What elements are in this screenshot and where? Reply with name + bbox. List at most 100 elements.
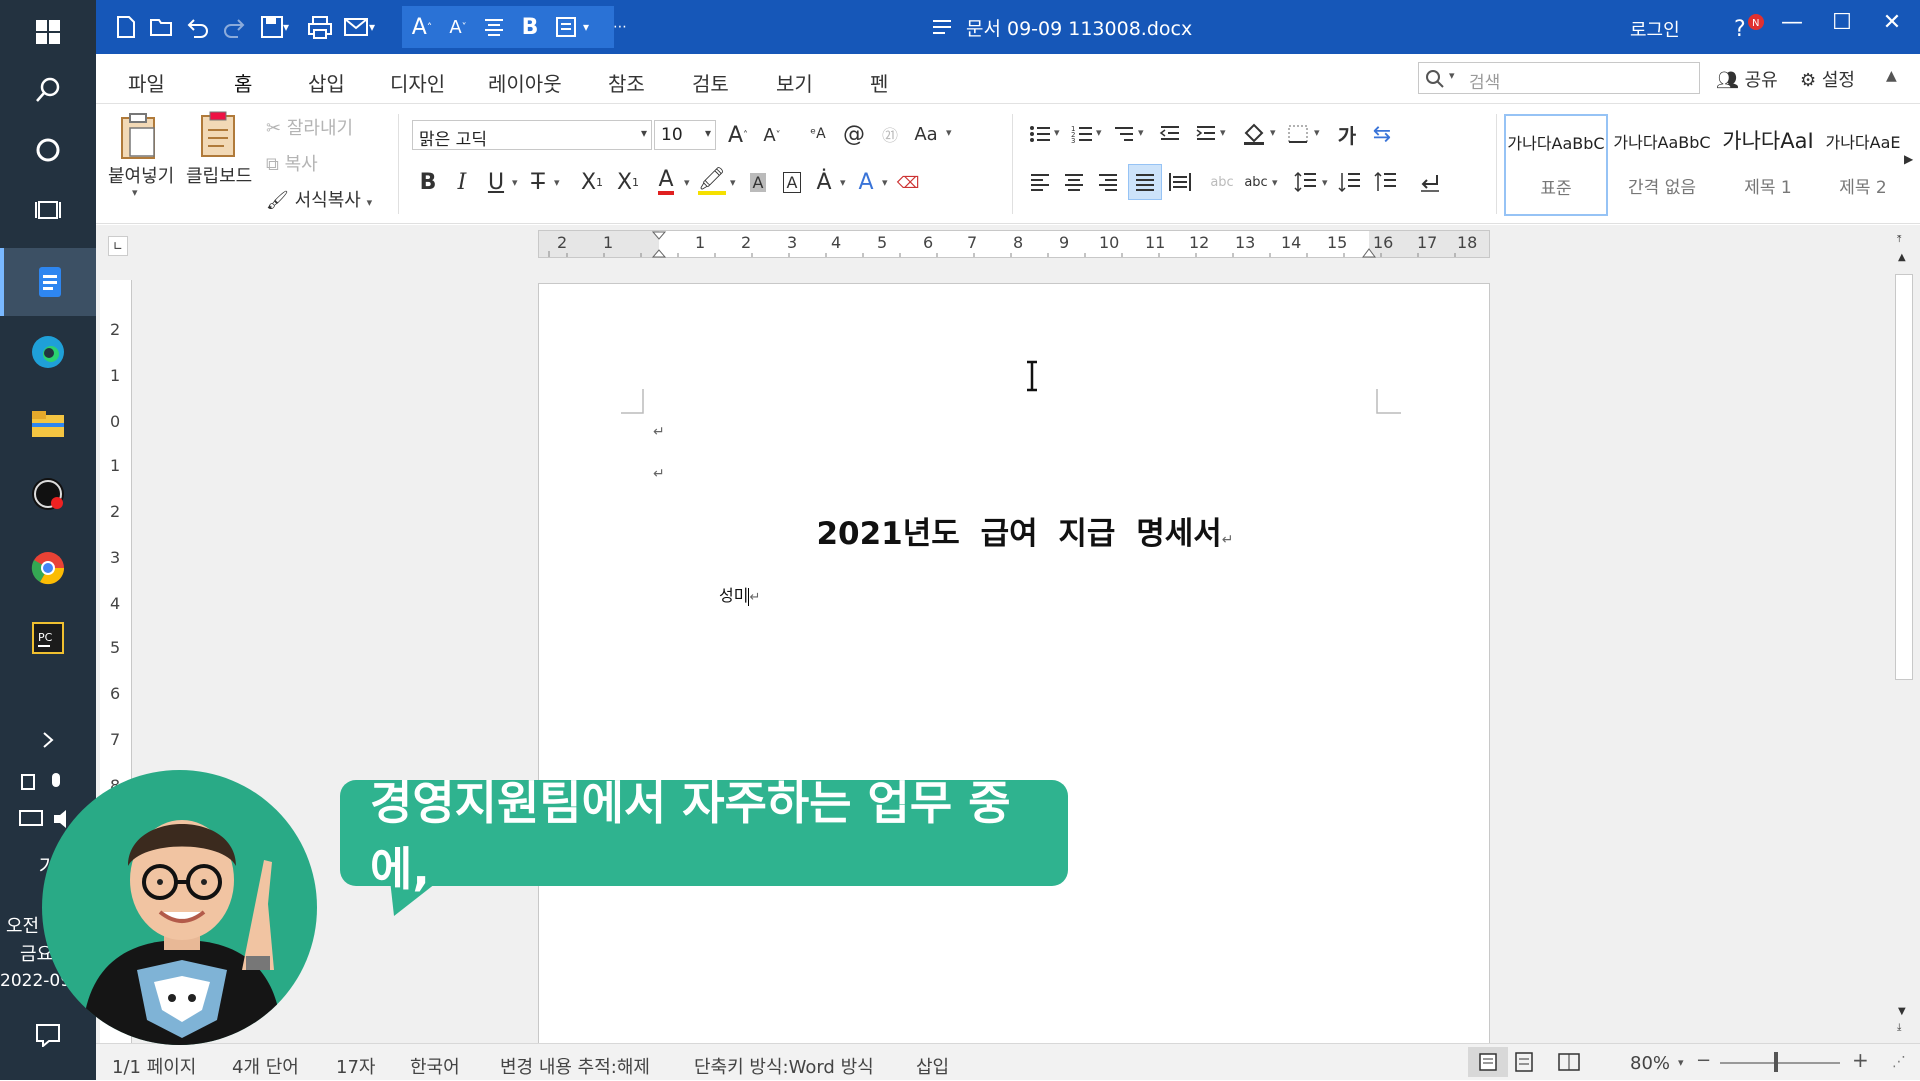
search-box[interactable]: ▾ 검색 [1418,62,1700,94]
char-shading-icon[interactable]: A [744,166,772,198]
increase-indent-icon[interactable] [1192,118,1220,150]
center-align-icon[interactable] [478,11,510,43]
strikethrough-icon[interactable]: T [524,166,552,198]
align-left-icon[interactable] [1026,166,1054,198]
status-chars[interactable]: 17자 [336,1053,375,1079]
shading-dropdown-icon[interactable]: ▾ [1270,126,1276,139]
file-explorer-icon[interactable] [0,392,96,456]
maximize-button[interactable]: ☐ [1822,10,1862,35]
column-spacing-icon[interactable]: abc [1208,166,1236,198]
numbering-icon[interactable]: 123 [1068,118,1096,150]
task-view-icon[interactable] [0,178,96,242]
status-shortcut-mode[interactable]: 단축키 방식:Word 방식 [694,1053,874,1079]
search-icon[interactable] [0,58,96,122]
tab-pen[interactable]: 펜 [870,68,888,97]
distributed-icon[interactable] [1166,166,1194,198]
chrome-browser-icon[interactable] [0,536,96,600]
bold-quick-icon[interactable]: B [514,11,546,43]
tab-layout[interactable]: 레이아웃 [488,68,562,97]
scroll-up-icon[interactable]: ▲ [1898,252,1906,263]
minimize-button[interactable]: — [1772,10,1812,35]
layout-dropdown-icon[interactable]: ▾ [576,11,596,43]
format-painter-button[interactable]: 🖌︎ 서식복사 ▾ [266,186,372,212]
paste-button[interactable]: 붙여넣기 [108,162,174,188]
char-emphasis-icon[interactable]: Ȧ [810,166,838,198]
cut-button[interactable]: ✂ 잘라내기 [266,114,353,140]
highlight-icon[interactable]: 🖍︎ [698,166,726,198]
font-name-select[interactable]: 맑은 고딕 ▾ [412,120,652,150]
customize-toolbar-icon[interactable]: ⋯ [610,11,630,43]
body-line[interactable]: 성미↵ [719,582,760,606]
chevron-right-icon[interactable] [0,720,96,760]
tab-home[interactable]: 홈 [234,68,253,107]
settings-button[interactable]: ⚙ 설정 [1800,66,1855,92]
italic-icon[interactable]: I [448,166,476,198]
phonetic-guide-icon[interactable]: ᵉA [804,118,832,150]
paste-dropdown-icon[interactable]: ▾ [132,186,138,199]
print-layout-view-icon[interactable] [1468,1047,1508,1077]
paragraph-spacing-before-icon[interactable] [1336,166,1364,198]
superscript-icon[interactable]: X1 [612,166,644,198]
login-link[interactable]: 로그인 [1630,16,1680,42]
windows-start-icon[interactable] [0,0,96,64]
align-right-icon[interactable] [1094,166,1122,198]
shrink-font-icon[interactable]: A ˅ [758,120,786,150]
reading-view-icon[interactable] [1558,1052,1580,1076]
paste-icon[interactable] [116,112,162,162]
style-heading-1[interactable]: 가나다AaI 제목 1 [1716,114,1820,216]
change-case-icon[interactable]: Aa [912,118,940,150]
zoom-slider[interactable] [1720,1062,1840,1064]
notification-icon[interactable] [0,1010,96,1060]
close-button[interactable]: ✕ [1872,10,1912,35]
tab-references[interactable]: 참조 [608,68,645,97]
collapse-ribbon-icon[interactable]: ▲ [1886,68,1897,84]
redo-icon[interactable] [218,11,250,43]
tab-view[interactable]: 보기 [776,68,813,97]
asian-layout-icon[interactable]: 가 [1332,118,1362,150]
web-layout-view-icon[interactable] [1514,1052,1534,1076]
font-color-dropdown-icon[interactable]: ▾ [684,176,690,189]
zoom-dropdown-icon[interactable]: ▾ [1678,1056,1684,1069]
paragraph-spacing-after-icon[interactable] [1372,166,1400,198]
decrease-indent-icon[interactable] [1156,118,1184,150]
at-symbol-icon[interactable]: @ [840,118,868,150]
zoom-slider-thumb[interactable] [1774,1052,1778,1072]
pycharm-icon[interactable]: PC [0,606,96,670]
enclosed-number-icon[interactable]: ㉑ [876,118,904,150]
status-insert-mode[interactable]: 삽입 [916,1053,949,1079]
char-border-icon[interactable]: A [778,166,806,198]
scroll-bottom-icon[interactable]: ⤓ [1897,1022,1901,1033]
numbering-dropdown-icon[interactable]: ▾ [1096,126,1102,139]
tab-design[interactable]: 디자인 [390,68,445,97]
vertical-scrollbar[interactable]: ⤒ ▲ ▼ ⤓ [1892,230,1916,1040]
style-heading-2[interactable]: 가나다AaE 제목 2 [1822,114,1904,216]
bullets-icon[interactable] [1026,118,1054,150]
writer-app-icon[interactable] [0,248,96,316]
status-page[interactable]: 1/1 페이지 [112,1053,196,1079]
bullets-dropdown-icon[interactable]: ▾ [1054,126,1060,139]
borders-icon[interactable] [1284,118,1312,150]
shrink-font-icon[interactable]: A ˅ [442,11,474,43]
search-dropdown-icon[interactable]: ▾ [1449,69,1455,82]
underline-dropdown-icon[interactable]: ▾ [512,176,518,189]
scroll-top-icon[interactable]: ⤒ [1897,234,1901,245]
resize-grip-icon[interactable]: ⋰ [1892,1054,1906,1070]
zoom-in-button[interactable]: + [1852,1048,1869,1072]
line-spacing-dropdown-icon[interactable]: ▾ [1322,176,1328,189]
shading-icon[interactable] [1240,118,1268,150]
scrollbar-thumb[interactable] [1895,274,1913,680]
font-color-icon[interactable]: A [652,166,680,198]
tray-icons[interactable] [0,768,96,798]
tab-insert[interactable]: 삽입 [308,68,345,97]
obs-recorder-icon[interactable] [0,462,96,526]
text-effects-icon[interactable]: A [852,166,880,198]
style-normal[interactable]: 가나다AaBbC 표준 [1504,114,1608,216]
clear-formatting-icon[interactable]: ⌫ [894,166,922,198]
status-track-changes[interactable]: 변경 내용 추적:해제 [500,1053,650,1079]
document-menu-icon[interactable] [926,11,958,43]
share-button[interactable]: 👥︎ 공유 [1716,66,1778,92]
status-language[interactable]: 한국어 [410,1053,460,1079]
tab-stop-selector[interactable]: ∟ [108,236,128,256]
indent-marker-icon[interactable] [651,231,667,259]
copy-button[interactable]: ⧉ 복사 [266,150,318,176]
